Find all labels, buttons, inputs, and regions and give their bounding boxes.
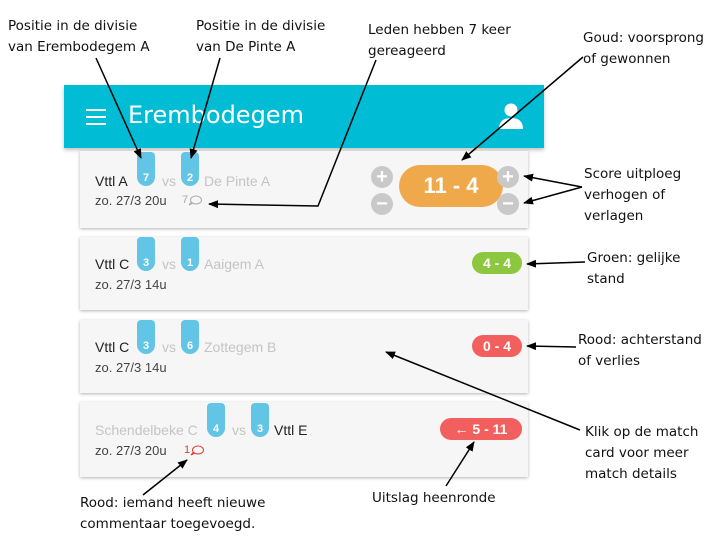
arrow-home-position <box>95 57 142 159</box>
arrow-gold <box>461 56 584 161</box>
annotation-arrows <box>95 56 586 496</box>
arrow-score-plus <box>523 173 583 188</box>
arrow-new-comment <box>142 459 188 496</box>
arrow-red <box>526 342 577 351</box>
arrow-away-position <box>189 57 221 159</box>
arrow-comments <box>208 59 377 209</box>
arrow-green <box>526 259 586 268</box>
arrow-score-minus <box>523 186 583 205</box>
arrow-click-card <box>385 351 581 431</box>
arrow-first-leg <box>445 441 475 487</box>
